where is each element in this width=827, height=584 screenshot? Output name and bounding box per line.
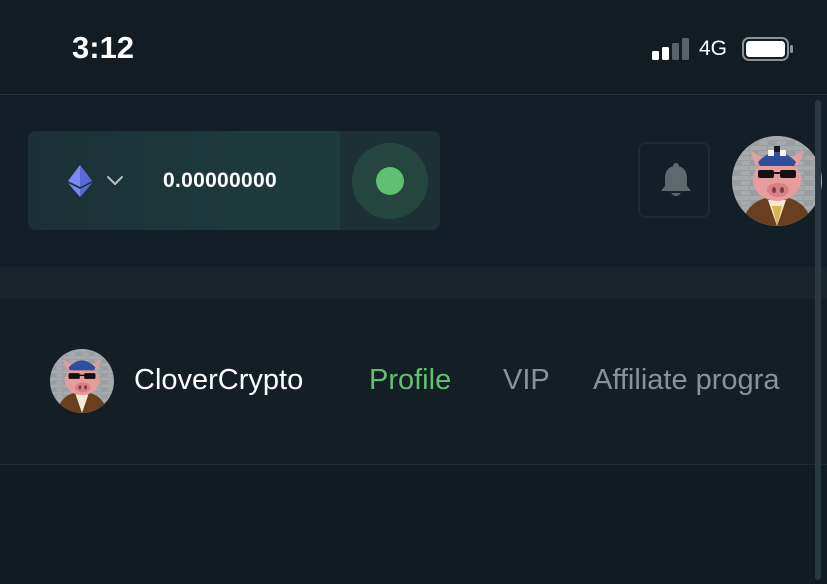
wallet-balance: 0.00000000 — [163, 169, 277, 192]
network-type: 4G — [699, 37, 728, 60]
cellular-signal-icon — [652, 38, 689, 60]
tab-vip[interactable]: VIP — [503, 364, 550, 397]
ethereum-icon — [68, 165, 92, 197]
currency-selector[interactable] — [68, 163, 128, 199]
tab-profile[interactable]: Profile — [369, 364, 451, 397]
deposit-button[interactable] — [352, 143, 428, 219]
bell-icon — [661, 163, 691, 196]
chevron-down-icon — [107, 176, 123, 185]
status-bar: 3:12 4G — [0, 0, 827, 95]
scrollbar[interactable] — [815, 100, 821, 580]
section-separator — [0, 267, 827, 299]
battery-icon — [742, 37, 793, 61]
status-time: 3:12 — [72, 30, 135, 65]
notifications-button[interactable] — [638, 142, 710, 218]
profile-avatar — [50, 349, 114, 413]
user-avatar-button[interactable] — [732, 136, 822, 226]
deposit-panel — [340, 131, 440, 230]
pig-avatar — [50, 349, 114, 413]
wallet-balance-widget: 0.00000000 — [28, 131, 440, 230]
pig-avatar — [732, 136, 822, 226]
username: CloverCrypto — [134, 364, 304, 396]
green-dot-icon — [376, 167, 404, 195]
tab-affiliate-program[interactable]: Affiliate progra — [593, 364, 779, 397]
content-area — [0, 465, 827, 584]
tab-affiliate-container: Affiliate progra — [593, 360, 801, 404]
